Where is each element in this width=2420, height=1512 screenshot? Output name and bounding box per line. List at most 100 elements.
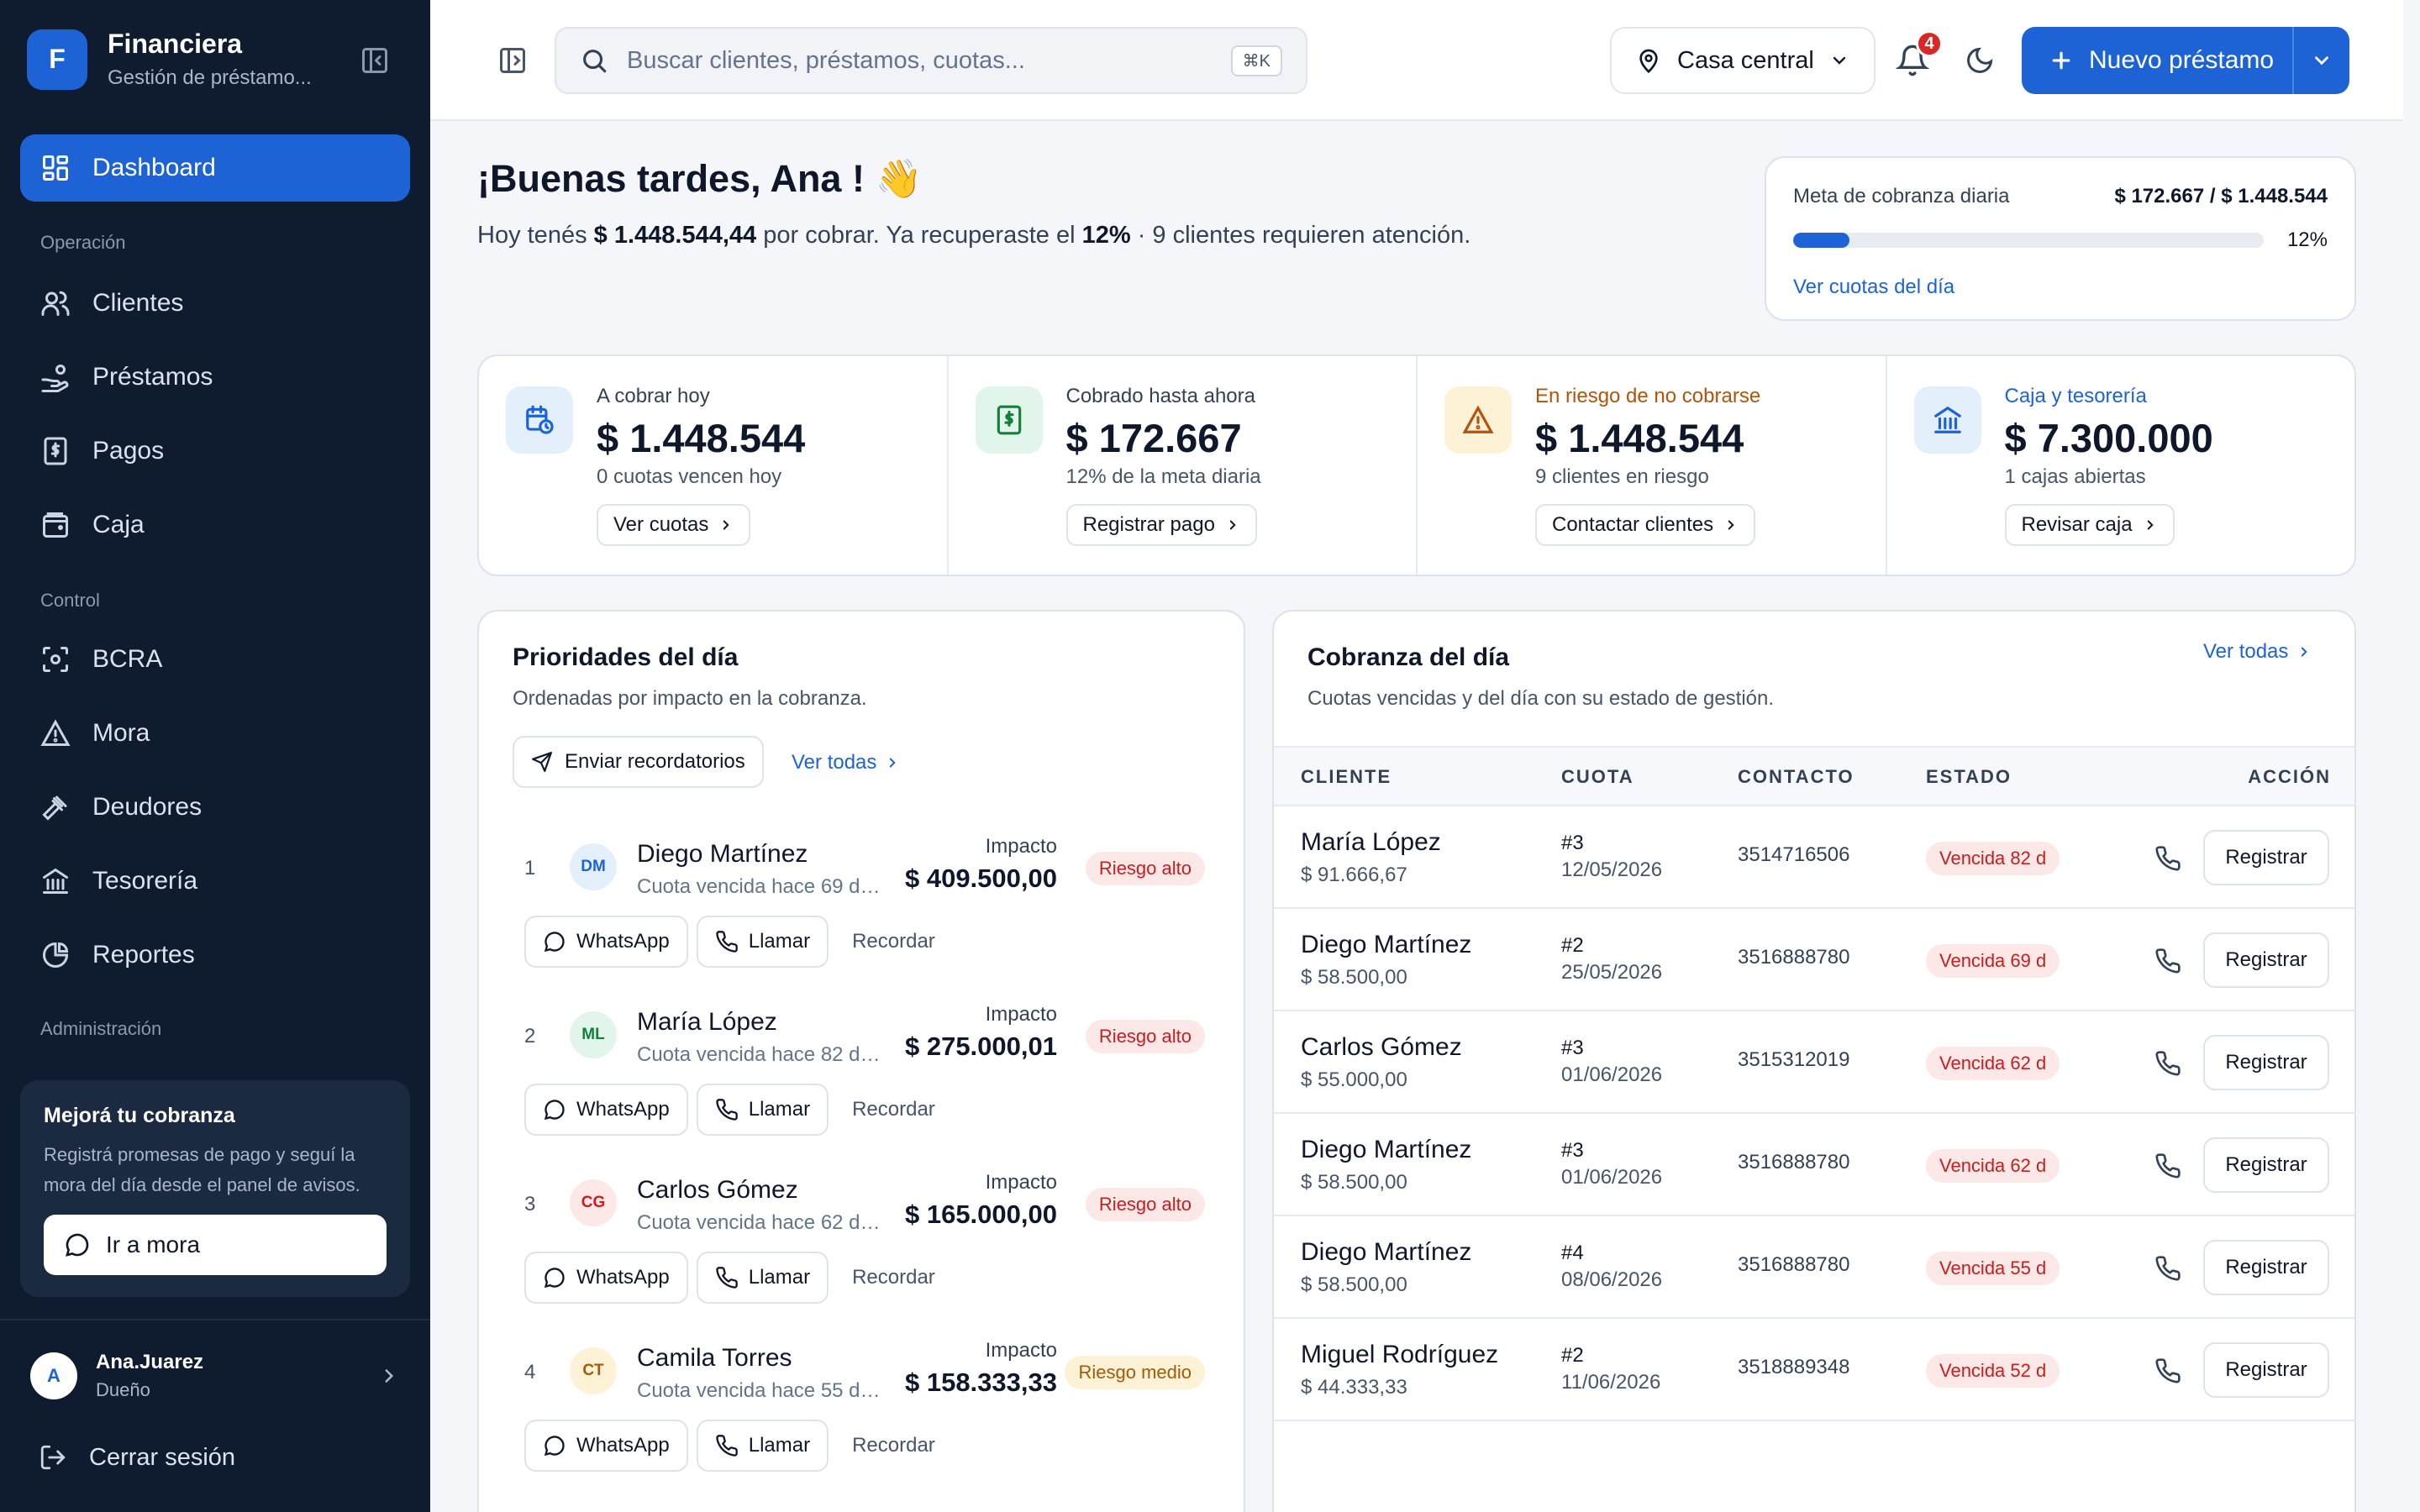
register-button[interactable]: Registrar [2203,1035,2329,1090]
sidebar-item-label: Deudores [92,793,203,821]
whatsapp-button[interactable]: WhatsApp [524,1084,688,1136]
go-to-mora-button[interactable]: Ir a mora [44,1215,387,1275]
branch-selector[interactable]: Casa central [1610,27,1876,94]
sidebar-item-tesoreria[interactable]: Tesorería [20,848,410,915]
panel-toggle-icon[interactable] [497,45,528,76]
call-button[interactable]: Llamar [696,1252,829,1304]
whatsapp-button[interactable]: WhatsApp [524,916,688,968]
sidebar-item-label: Clientes [92,289,184,317]
nav-section-control: Control [40,590,100,611]
sidebar-item-bcra[interactable]: BCRA [20,626,410,693]
review-cash-button[interactable]: Revisar caja [2004,504,2175,546]
sidebar-item-mora[interactable]: Mora [20,700,410,767]
whatsapp-button[interactable]: WhatsApp [524,1252,688,1304]
contact-phone: 3516888780 [1738,1151,1850,1173]
contact-phone: 3516888780 [1738,946,1850,969]
bank-icon [1913,386,1981,454]
plus-icon [2052,51,2070,70]
send-reminders-button[interactable]: Enviar recordatorios [513,736,764,788]
sidebar-item-clientes[interactable]: Clientes [20,270,410,337]
collections-see-all-link[interactable]: Ver todas [2203,640,2312,664]
whatsapp-label: WhatsApp [576,1098,670,1121]
phone-icon[interactable] [2154,1050,2181,1077]
client-name[interactable]: María López [637,1008,777,1037]
kpi-label: En riesgo de no cobrarse [1535,385,1761,407]
client-status: Cuota vencida hace 82 días [637,1043,881,1066]
register-button[interactable]: Registrar [2203,830,2329,885]
sidebar-collapse-icon[interactable] [360,45,390,76]
register-button[interactable]: Registrar [2203,932,2329,988]
client-name[interactable]: Miguel Rodríguez [1301,1341,1498,1369]
user-menu[interactable]: A Ana.Juarez Dueño [30,1351,400,1401]
call-button[interactable]: Llamar [696,1420,829,1472]
sidebar-item-caja[interactable]: Caja [20,491,410,559]
register-button[interactable]: Registrar [2203,1137,2329,1193]
logout-button[interactable]: Cerrar sesión [39,1443,235,1472]
client-name[interactable]: Camila Torres [637,1344,792,1373]
register-button[interactable]: Registrar [2203,1342,2329,1398]
goal-link[interactable]: Ver cuotas del día [1793,276,1954,299]
greeting-post: · 9 clientes requieren atención. [1137,222,1471,249]
chevron-right-icon [1728,520,1734,530]
search-shortcut: ⌘K [1230,45,1282,76]
client-name[interactable]: Diego Martínez [1301,1238,1471,1267]
client-name[interactable]: María López [1301,828,1441,857]
collections-title: Cobranza del día [1307,643,1510,671]
greeting-mid: por cobrar. Ya recuperaste el [763,222,1076,249]
kpi-value: $ 1.448.544 [597,416,806,460]
new-loan-dropdown[interactable] [2294,27,2349,94]
quota-date: 25/05/2026 [1561,961,1663,984]
sidebar-item-reportes[interactable]: Reportes [20,921,410,989]
phone-icon[interactable] [2154,948,2181,974]
quota-number: #4 [1561,1242,1584,1264]
remind-button[interactable]: Recordar [852,1098,935,1121]
table-header: CLIENTE CUOTA CONTACTO ESTADO ACCIÓN [1274,746,2354,806]
priorities-see-all-link[interactable]: Ver todas [792,751,900,774]
client-name[interactable]: Diego Martínez [1301,1136,1471,1164]
remind-button[interactable]: Recordar [852,1266,935,1289]
client-status: Cuota vencida hace 62 días [637,1211,881,1234]
client-name[interactable]: Carlos Gómez [637,1176,798,1205]
search-input[interactable] [627,46,1231,75]
sidebar-item-deudores[interactable]: Deudores [20,774,410,841]
status-badge: Vencida 62 d [1926,1149,2060,1183]
user-role: Dueño [96,1379,150,1400]
logout-icon [40,1445,66,1470]
call-button[interactable]: Llamar [696,1084,829,1136]
phone-icon[interactable] [2154,845,2181,872]
remind-button[interactable]: Recordar [852,930,935,953]
quota-amount: $ 91.666,67 [1301,864,1407,886]
client-name[interactable]: Diego Martínez [637,840,808,869]
avatar: A [30,1352,77,1399]
call-button[interactable]: Llamar [696,916,829,968]
kpi-at-risk: En riesgo de no cobrarse $ 1.448.544 9 c… [1418,356,1887,575]
phone-icon[interactable] [2154,1255,2181,1282]
phone-icon[interactable] [2154,1357,2181,1384]
sidebar-item-pagos[interactable]: Pagos [20,417,410,485]
phone-icon[interactable] [2154,1152,2181,1179]
call-label: Llamar [748,1266,811,1289]
register-payment-button[interactable]: Registrar pago [1065,504,1257,546]
sidebar-item-prestamos[interactable]: Préstamos [20,344,410,411]
contact-clients-button[interactable]: Contactar clientes [1535,504,1756,546]
remind-button[interactable]: Recordar [852,1434,935,1457]
client-name[interactable]: Carlos Gómez [1301,1033,1462,1062]
register-button[interactable]: Registrar [2203,1240,2329,1295]
see-quotas-button[interactable]: Ver cuotas [597,504,751,546]
kpi-label: A cobrar hoy [597,385,710,407]
quota-date: 12/05/2026 [1561,858,1663,881]
sidebar-item-dashboard[interactable]: Dashboard [20,134,410,202]
moon-icon[interactable] [1965,45,1995,76]
new-loan-button[interactable]: Nuevo préstamo [2022,27,2294,94]
whatsapp-button[interactable]: WhatsApp [524,1420,688,1472]
whatsapp-icon [544,1100,565,1121]
column-header: ESTADO [1926,766,2012,787]
kpi-sub: 0 cuotas vencen hoy [597,465,782,488]
client-name[interactable]: Diego Martínez [1301,931,1471,959]
kpi-button-label: Ver cuotas [613,513,709,536]
status-badge: Vencida 69 d [1926,944,2060,978]
user-name: Ana.Juarez [96,1351,204,1373]
column-header: CLIENTE [1301,766,1392,787]
wallet-icon [43,512,68,538]
goal-percent: 12% [2286,228,2328,251]
